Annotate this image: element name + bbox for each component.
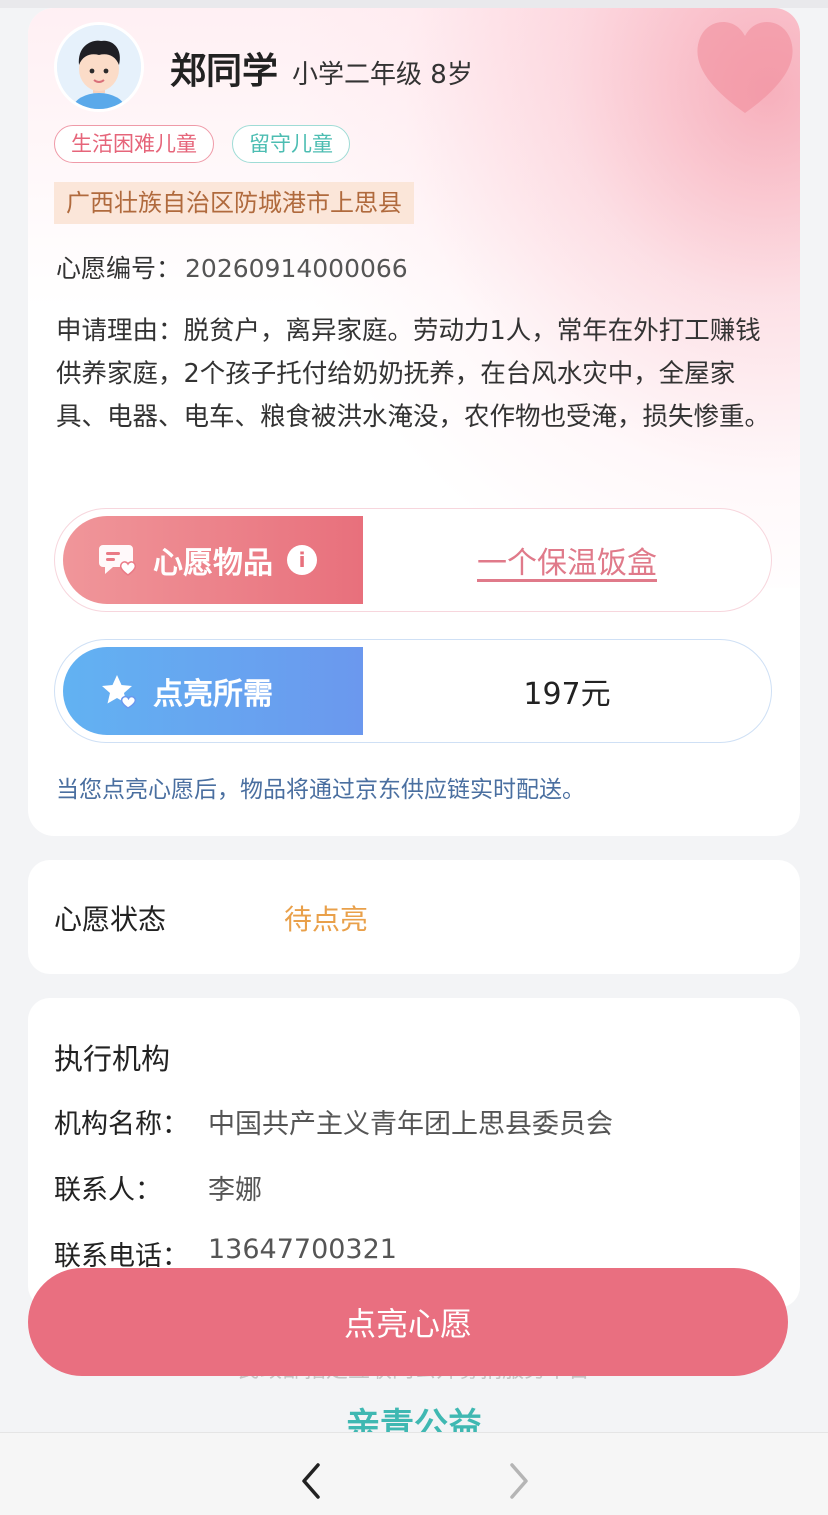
heart-decoration-icon [697,21,793,113]
student-grade-age: 小学二年级 8岁 [292,60,473,90]
wish-item-label: 心愿物品 [153,546,273,581]
wish-number-label: 心愿编号： [56,254,182,283]
top-strip [0,0,828,8]
need-amount-label: 点亮所需 [153,677,273,712]
org-contact-line: 联系人： 李娜 [54,1168,262,1207]
need-amount-value-area: 197元 [363,640,771,742]
tag-hardship: 生活困难儿童 [54,125,214,163]
org-name-line: 机构名称： 中国共产主义青年团上思县委员会 [54,1102,613,1141]
back-arrow-icon[interactable] [296,1461,326,1501]
wish-status-label: 心愿状态 [54,903,167,936]
forward-arrow-icon[interactable] [504,1461,534,1501]
wish-status-value: 待点亮 [284,903,369,936]
avatar [54,22,144,112]
student-tags: 生活困难儿童 留守儿童 [54,125,350,163]
info-icon[interactable]: i [287,545,317,575]
org-name-label: 机构名称： [54,1109,189,1140]
wish-item-row[interactable]: 心愿物品 i 一个保温饭盒 [54,508,772,612]
light-up-wish-button[interactable]: 点亮心愿 [28,1268,788,1376]
tag-left-behind: 留守儿童 [232,125,350,163]
student-info-card: 郑同学 小学二年级 8岁 生活困难儿童 留守儿童 广西壮族自治区防城港市上思县 … [28,8,800,836]
org-name-value: 中国共产主义青年团上思县委员会 [208,1109,613,1140]
star-heart-icon [102,675,137,709]
need-amount-value: 197元 [523,677,611,712]
executing-org-card: 执行机构 机构名称： 中国共产主义青年团上思县委员会 联系人： 李娜 联系电话：… [28,998,800,1308]
browser-nav-bar [0,1432,828,1515]
name-row: 郑同学 小学二年级 8岁 [170,42,473,94]
wish-item-icon [99,545,137,576]
need-amount-row: 点亮所需 197元 [54,639,772,743]
wish-number: 心愿编号： 20260914000066 [56,249,408,285]
need-amount-badge: 点亮所需 [63,647,363,735]
application-reason: 申请理由：脱贫户，离异家庭。劳动力1人，常年在外打工赚钱供养家庭，2个孩子托付给… [56,310,776,439]
region-label: 广西壮族自治区防城港市上思县 [54,182,414,224]
delivery-note: 当您点亮心愿后，物品将通过京东供应链实时配送。 [56,777,585,803]
org-title: 执行机构 [54,1042,171,1076]
wish-item-link[interactable]: 一个保温饭盒 [477,538,657,582]
wish-status-card: 心愿状态 待点亮 [28,860,800,974]
reason-label: 申请理由： [56,316,184,346]
wish-item-badge: 心愿物品 i [63,516,363,604]
org-contact-value: 李娜 [208,1175,262,1206]
org-contact-label: 联系人： [54,1175,162,1206]
wish-item-value-area: 一个保温饭盒 [363,509,771,611]
wish-number-value: 20260914000066 [185,254,408,283]
student-name: 郑同学 [170,51,279,92]
